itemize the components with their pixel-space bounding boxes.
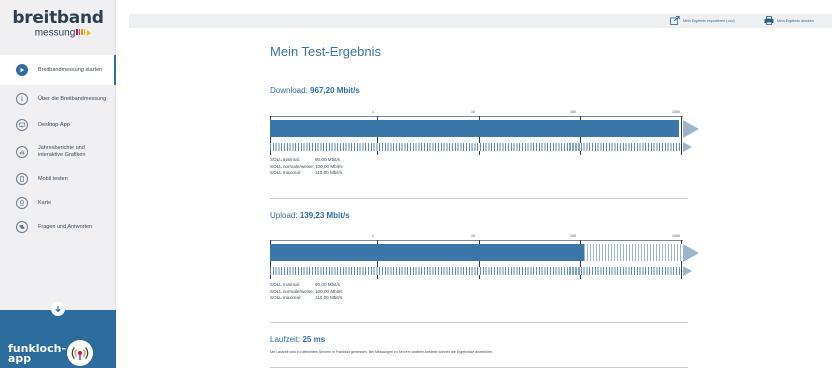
page-title: Mein Test-Ergebnis — [270, 44, 382, 59]
sidebar-item-label: Breitbandmessung starten — [38, 66, 103, 73]
play-icon — [16, 64, 28, 76]
latency-note: Die Laufzeit wird zu definierten Servern… — [270, 350, 493, 354]
scale-tick — [681, 116, 682, 155]
sidebar-item-start[interactable]: Breitbandmessung starten — [0, 55, 116, 85]
print-label: Mein Ergebnis drucken — [777, 18, 814, 23]
tick-label: 100 — [570, 234, 576, 238]
signal-bars-icon — [76, 27, 86, 39]
arrow-right-icon — [87, 30, 92, 36]
scale-line — [270, 116, 683, 117]
sidebar: breitband messung Breitbandmessung start… — [0, 0, 116, 368]
tick-label: 1 — [372, 234, 374, 238]
latency-heading: Laufzeit: 25 ms — [270, 335, 325, 344]
sidebar-item-label: Desktop-App — [38, 121, 70, 128]
logo-subtitle: messung — [34, 27, 76, 39]
bar-arrow-icon — [683, 120, 699, 138]
sidebar-item-label: Jahresberichte und interaktive Grafiken — [38, 145, 86, 158]
sidebar-item-label: Über die Breitbandmessung — [38, 95, 107, 102]
sidebar-item-about[interactable]: Über die Breitbandmessung — [0, 85, 116, 113]
upload-soll-values: SOLL minimal: 90,00 Mbit/s SOLL normalerw… — [270, 282, 343, 300]
scroll-down-button[interactable] — [51, 302, 65, 316]
download-heading: Download: 967,20 Mbit/s — [270, 86, 360, 95]
latency-label: Laufzeit: — [270, 335, 301, 344]
mobile-icon — [16, 173, 28, 185]
bar-arrow-icon — [683, 244, 699, 262]
sidebar-item-desktop-app[interactable]: Desktop-App — [0, 113, 116, 137]
export-icon — [670, 16, 680, 25]
sidebar-item-reports[interactable]: Jahresberichte und interaktive Grafiken — [0, 137, 116, 167]
antenna-icon — [67, 340, 93, 366]
tick-label: 1 — [372, 110, 374, 114]
tick-label: 1000 — [672, 110, 680, 114]
info-icon — [16, 93, 28, 105]
printer-icon — [764, 16, 774, 25]
download-value: 967,20 Mbit/s — [310, 86, 360, 95]
upload-remaining-bar — [584, 244, 683, 261]
download-soll-values: SOLL minimal: 90,00 Mbit/s SOLL normalerw… — [270, 157, 343, 175]
chart-icon — [16, 146, 28, 158]
divider — [270, 322, 688, 323]
breitbandmessung-logo[interactable]: breitband messung — [0, 10, 116, 40]
sidebar-item-mobile[interactable]: Mobil testen — [0, 167, 116, 191]
desktop-icon — [16, 119, 28, 131]
sidebar-item-label: Karte — [38, 199, 52, 206]
upload-value: 139,23 Mbit/s — [299, 211, 350, 220]
download-meter: 1 10 100 1000 — [270, 110, 702, 155]
upload-scale-stripes — [270, 267, 681, 275]
funkloch-app-label: funkloch-app — [8, 342, 67, 365]
top-action-bar: Mein Ergebnis exportieren (.csv) Mein Er… — [129, 14, 832, 28]
sidebar-item-label: Mobil testen — [38, 175, 68, 182]
download-fill-bar — [270, 120, 679, 137]
export-csv-button[interactable]: Mein Ergebnis exportieren (.csv) — [670, 16, 735, 25]
soll-range-marker — [569, 143, 581, 151]
upload-meter: 1 10 100 1000 — [270, 234, 702, 279]
scale-line — [270, 240, 683, 241]
sidebar-item-label: Fragen und Antworten — [38, 223, 93, 230]
funkloch-app-promo[interactable]: funkloch-app — [0, 310, 116, 368]
logo-title: breitband — [12, 8, 104, 28]
print-button[interactable]: Mein Ergebnis drucken — [764, 16, 814, 25]
upload-label: Upload: — [270, 211, 298, 220]
download-scale-stripes — [270, 143, 681, 151]
arrow-down-icon — [55, 306, 61, 313]
soll-range-marker — [569, 267, 581, 275]
tick-label: 1000 — [672, 234, 680, 238]
small-arrow-icon — [683, 266, 692, 276]
map-pin-icon — [16, 197, 28, 209]
export-csv-label: Mein Ergebnis exportieren (.csv) — [683, 18, 735, 23]
divider — [270, 198, 688, 199]
sidebar-item-faq[interactable]: Fragen und Antworten — [0, 215, 116, 239]
small-arrow-icon — [683, 142, 692, 152]
upload-heading: Upload: 139,23 Mbit/s — [270, 211, 350, 220]
tick-label: 10 — [471, 234, 475, 238]
download-label: Download: — [270, 86, 308, 95]
sidebar-item-map[interactable]: Karte — [0, 191, 116, 215]
tick-label: 10 — [471, 110, 475, 114]
upload-fill-bar — [270, 244, 584, 261]
tick-label: 100 — [570, 110, 576, 114]
chat-icon — [16, 221, 28, 233]
latency-value: 25 ms — [302, 335, 326, 344]
